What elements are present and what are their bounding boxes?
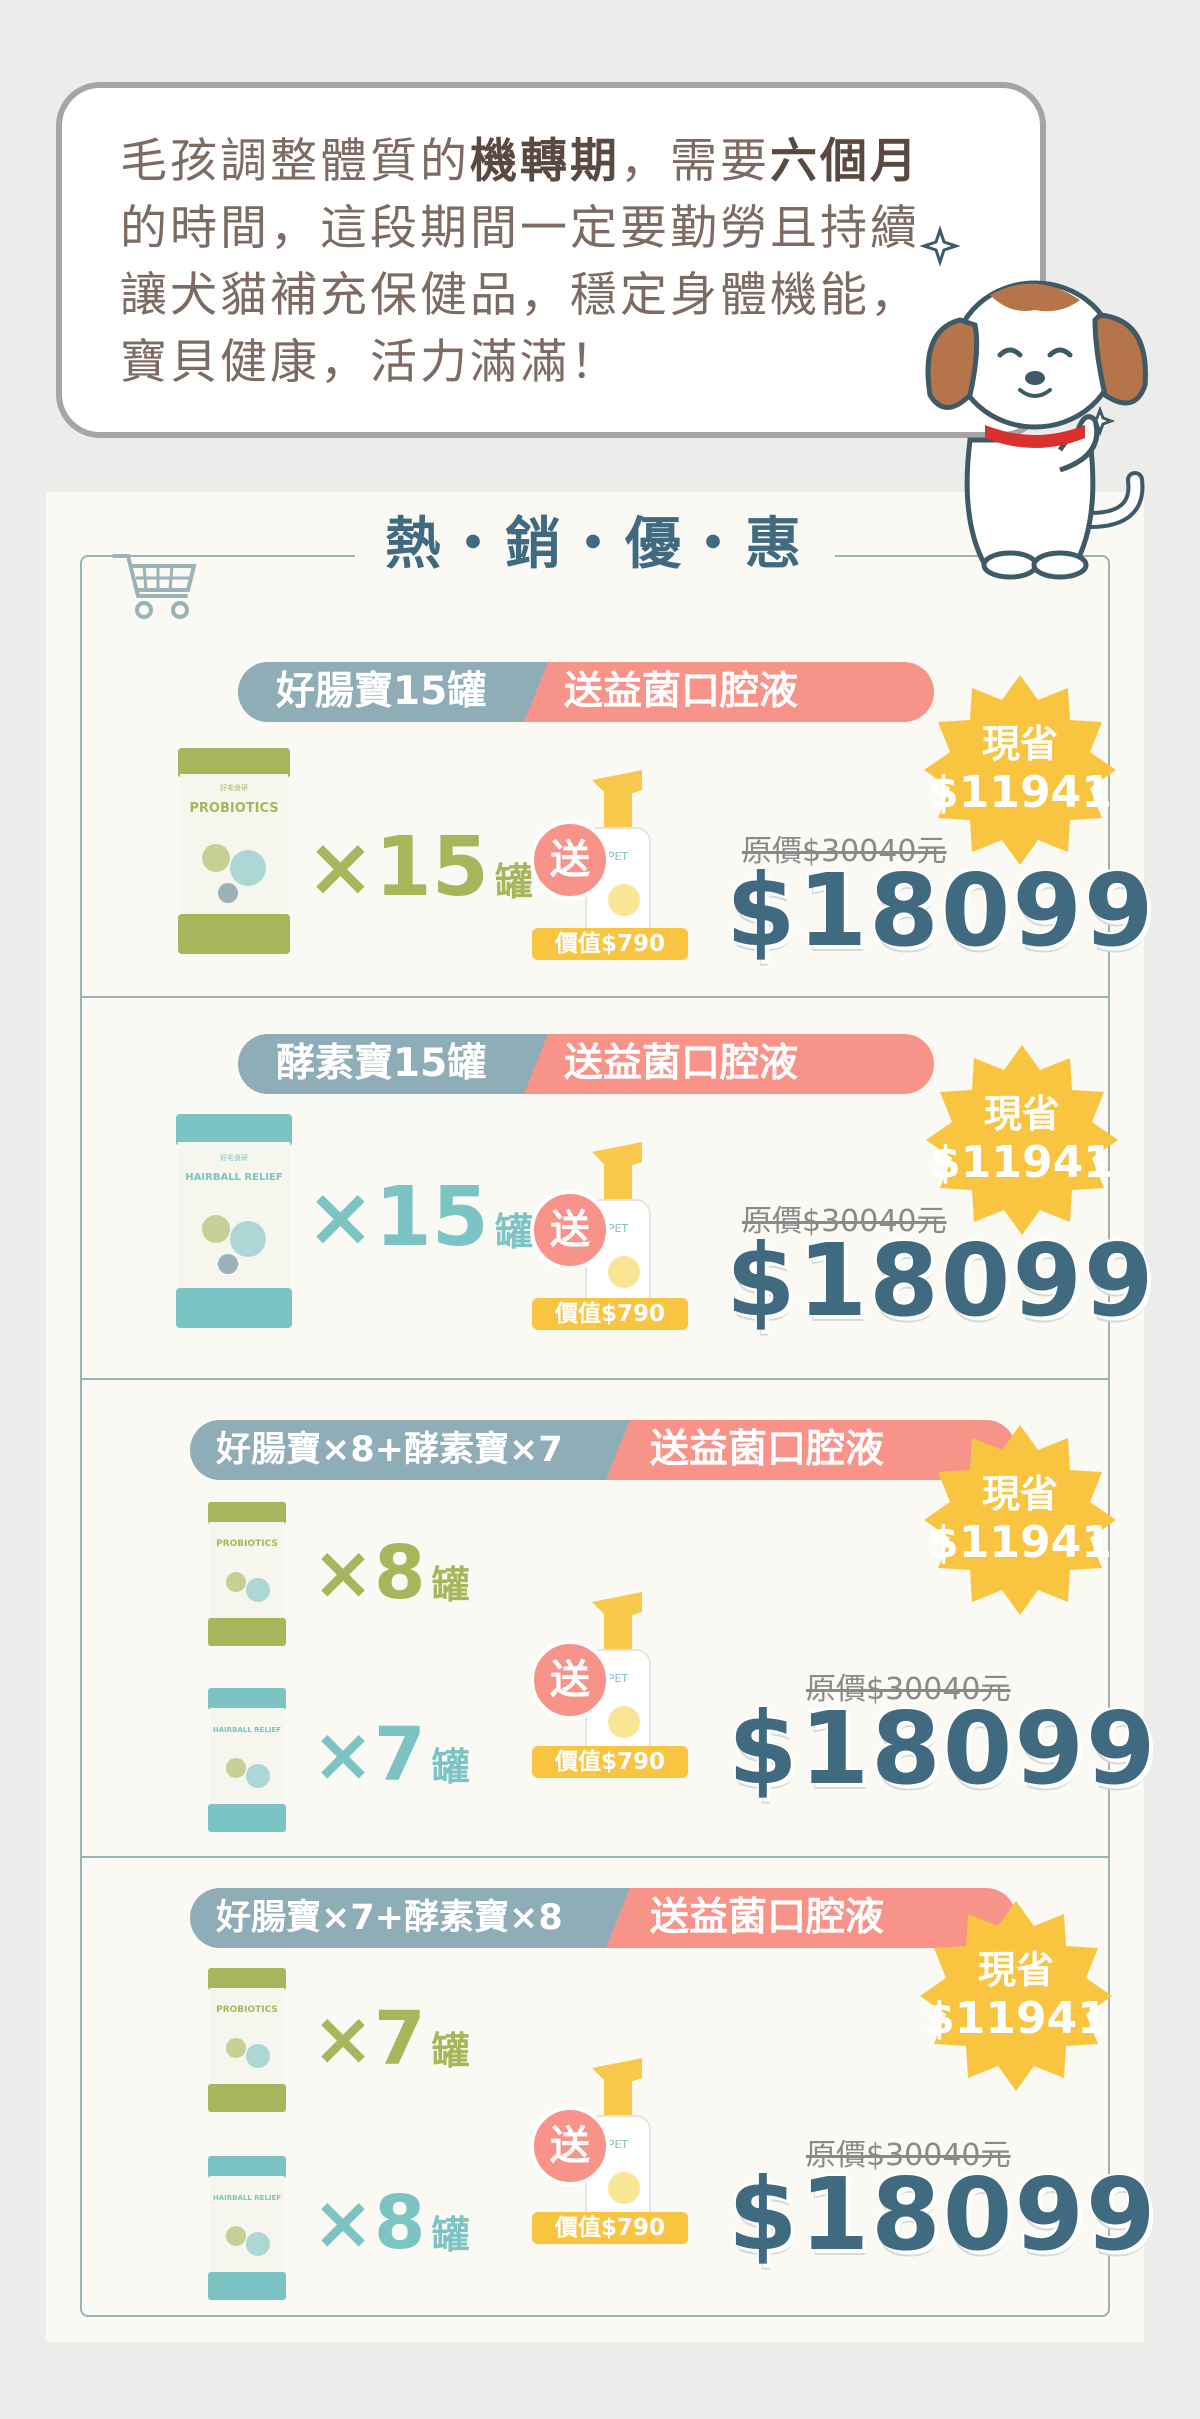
offer-3-quantity-probiotics: ×8 罐: [312, 1530, 470, 1616]
savings-label: 現省: [981, 1472, 1058, 1516]
quantity-unit: 罐: [431, 2029, 470, 2073]
svg-text:PET: PET: [608, 2138, 629, 2151]
offer-2-price: $18099: [726, 1222, 1156, 1339]
hairball-relief-can-icon: 好毛食研 HAIRBALL RELIEF: [176, 1114, 292, 1328]
quantity-unit: 罐: [494, 1210, 533, 1254]
offer-1-gift-label: 送益菌口腔液: [524, 662, 934, 722]
savings-amount: $11941: [928, 1517, 1112, 1568]
offer-4-savings-burst: 現省 $11941: [916, 1896, 1116, 2096]
svg-text:HAIRBALL RELIEF: HAIRBALL RELIEF: [185, 1172, 282, 1183]
offer-3-ribbon: 好腸寶×8+酵素寶×7 送益菌口腔液: [190, 1420, 1016, 1480]
quantity-value: ×15: [306, 820, 489, 915]
offer-1-gift-badge: 送: [530, 820, 610, 900]
quantity-unit: 罐: [431, 1745, 470, 1789]
offer-2-gift-value: 價值$790: [532, 1298, 688, 1330]
quantity-value: ×7: [312, 1712, 426, 1798]
offer-1-ribbon: 好腸寶15罐 送益菌口腔液: [238, 662, 934, 722]
offer-1-product-label: 好腸寶15罐: [238, 662, 548, 722]
intro-text: 毛孩調整體質的機轉期，需要六個月 的時間，這段期間一定要勤勞且持續 讓犬貓補充保…: [120, 128, 990, 396]
quantity-unit: 罐: [494, 860, 533, 904]
svg-text:HAIRBALL RELIEF: HAIRBALL RELIEF: [213, 2194, 281, 2202]
offer-2-ribbon: 酵素寶15罐 送益菌口腔液: [238, 1034, 934, 1094]
offer-3-savings-burst: 現省 $11941: [920, 1420, 1120, 1620]
svg-text:好毛食研: 好毛食研: [220, 1153, 248, 1162]
offer-1-savings-burst: 現省 $11941: [920, 670, 1120, 870]
offer-2-savings-burst: 現省 $11941: [922, 1040, 1122, 1240]
quantity-value: ×8: [312, 2180, 426, 2266]
savings-label: 現省: [981, 722, 1058, 766]
intro-emphasis-2: 六個月: [770, 134, 920, 189]
offer-divider: [80, 1378, 1110, 1380]
quantity-value: ×8: [312, 1530, 426, 1616]
savings-amount: $11941: [928, 767, 1112, 818]
offer-4-gift-badge: 送: [530, 2106, 610, 2186]
intro-line1-c: ，需要: [620, 134, 770, 189]
probiotics-can-icon: PROBIOTICS: [208, 1968, 286, 2112]
svg-text:HAIRBALL RELIEF: HAIRBALL RELIEF: [213, 1726, 281, 1734]
offer-3-gift-badge: 送: [530, 1640, 610, 1720]
quantity-value: ×7: [312, 1996, 426, 2082]
offer-1-quantity: ×15 罐: [306, 820, 533, 915]
intro-line4: 寶貝健康，活力滿滿！: [120, 335, 620, 390]
savings-amount: $11941: [930, 1137, 1114, 1188]
savings-label: 現省: [983, 1092, 1060, 1136]
svg-text:PET: PET: [608, 1222, 629, 1235]
savings-label: 現省: [977, 1948, 1054, 1992]
offer-2-gift-badge: 送: [530, 1190, 610, 1270]
svg-text:PET: PET: [608, 1672, 629, 1685]
probiotics-can-icon: 好毛食研 PROBIOTICS: [178, 748, 290, 954]
offer-4-gift-value: 價值$790: [532, 2212, 688, 2244]
svg-text:PROBIOTICS: PROBIOTICS: [189, 801, 278, 816]
quantity-value: ×15: [306, 1170, 489, 1265]
offer-1-gift-value: 價值$790: [532, 928, 688, 960]
offer-2-product-label: 酵素寶15罐: [238, 1034, 548, 1094]
svg-text:好毛食研: 好毛食研: [220, 783, 248, 792]
section-title: 熱・銷・優・惠: [355, 505, 835, 585]
shopping-cart-icon: [112, 554, 197, 619]
offer-2-gift-label: 送益菌口腔液: [524, 1034, 934, 1094]
savings-amount: $11941: [924, 1993, 1108, 2044]
intro-line3: 讓犬貓補充保健品，穩定身體機能，: [120, 268, 920, 323]
offer-1-price: $18099: [726, 852, 1156, 969]
offer-3-gift-value: 價值$790: [532, 1746, 688, 1778]
hairball-relief-can-icon: HAIRBALL RELIEF: [208, 2156, 286, 2300]
offer-4-price: $18099: [728, 2156, 1158, 2273]
probiotics-can-icon: PROBIOTICS: [208, 1502, 286, 1646]
intro-emphasis-1: 機轉期: [470, 134, 620, 189]
offer-2-quantity: ×15 罐: [306, 1170, 533, 1265]
hairball-relief-can-icon: HAIRBALL RELIEF: [208, 1688, 286, 1832]
offer-3-product-label: 好腸寶×8+酵素寶×7: [190, 1420, 630, 1480]
offer-divider: [80, 996, 1110, 998]
offer-4-quantity-probiotics: ×7 罐: [312, 1996, 470, 2082]
offer-4-quantity-hairball: ×8 罐: [312, 2180, 470, 2266]
intro-bubble: 毛孩調整體質的機轉期，需要六個月 的時間，這段期間一定要勤勞且持續 讓犬貓補充保…: [56, 82, 1046, 438]
offer-3-price: $18099: [728, 1690, 1158, 1807]
offer-3-quantity-hairball: ×7 罐: [312, 1712, 470, 1798]
intro-line1-a: 毛孩調整體質的: [120, 134, 470, 189]
intro-line2: 的時間，這段期間一定要勤勞且持續: [120, 201, 920, 256]
offer-divider: [80, 1856, 1110, 1858]
dog-mascot-icon: [919, 225, 1148, 580]
offer-4-ribbon: 好腸寶×7+酵素寶×8 送益菌口腔液: [190, 1888, 1016, 1948]
quantity-unit: 罐: [431, 2213, 470, 2257]
svg-text:PROBIOTICS: PROBIOTICS: [216, 2005, 278, 2015]
svg-text:PET: PET: [608, 850, 629, 863]
svg-text:PROBIOTICS: PROBIOTICS: [216, 1539, 278, 1549]
quantity-unit: 罐: [431, 1563, 470, 1607]
offer-4-product-label: 好腸寶×7+酵素寶×8: [190, 1888, 630, 1948]
